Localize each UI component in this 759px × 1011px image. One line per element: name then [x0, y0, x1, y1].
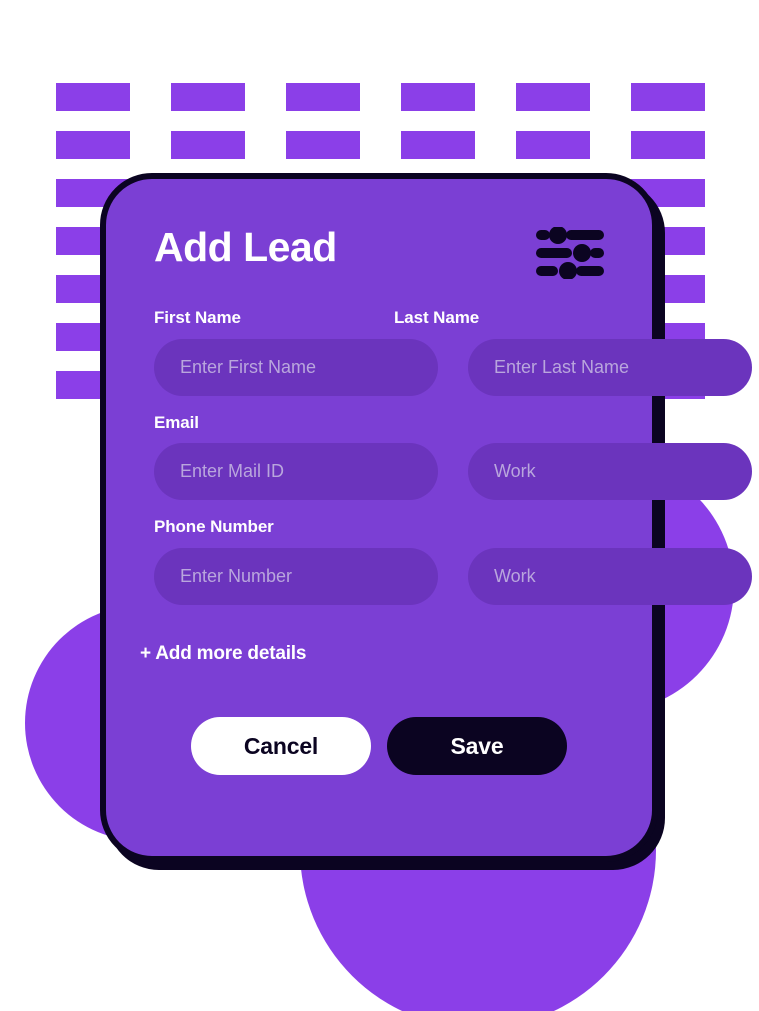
labels-row-name: First Name Last Name [154, 308, 604, 328]
label-phone-secondary [394, 518, 604, 537]
label-email-secondary [394, 414, 604, 433]
inputs-row-name [154, 338, 752, 396]
label-first-name: First Name [154, 308, 241, 327]
save-button[interactable]: Save [387, 717, 567, 776]
pattern-brick [56, 83, 130, 111]
label-last-name: Last Name [394, 308, 480, 327]
field-group-name: First Name Last Name [154, 308, 752, 396]
pattern-brick [56, 131, 130, 159]
pattern-brick [171, 131, 245, 159]
pattern-brick [171, 83, 245, 111]
email-type-input[interactable] [468, 443, 752, 501]
pattern-brick [401, 83, 475, 111]
add-more-details-link[interactable]: + Add more details [140, 643, 306, 665]
label-email: Email [154, 412, 199, 432]
pattern-brick [631, 83, 705, 111]
card-header: Add Lead [154, 223, 604, 285]
card-actions: Cancel Save [154, 717, 604, 776]
inputs-row-email [154, 443, 752, 501]
first-name-input[interactable] [154, 338, 438, 396]
pattern-brick [516, 83, 590, 111]
page-title: Add Lead [154, 224, 337, 270]
field-group-email: Email [154, 412, 752, 501]
phone-number-input[interactable] [154, 548, 438, 606]
pattern-brick [401, 131, 475, 159]
labels-row-email: Email [154, 412, 604, 433]
labels-row-phone: Phone Number [154, 518, 604, 537]
inputs-row-phone [154, 548, 752, 606]
email-input[interactable] [154, 443, 438, 501]
pattern-brick [631, 131, 705, 159]
lead-form: First Name Last Name Email [140, 308, 752, 776]
field-group-phone: Phone Number [154, 518, 752, 606]
phone-type-input[interactable] [468, 548, 752, 606]
screen-root: Add Lead First Name Last Name Enter Firs… [0, 0, 759, 1011]
pattern-brick [516, 131, 590, 159]
last-name-input[interactable] [468, 338, 752, 396]
pattern-brick [286, 83, 360, 111]
cancel-button[interactable]: Cancel [191, 717, 371, 776]
sliders-settings-icon[interactable] [536, 226, 604, 280]
add-lead-card: Add Lead First Name Last Name Enter Firs… [100, 173, 752, 862]
label-phone-number: Phone Number [154, 517, 274, 537]
pattern-brick [286, 131, 360, 159]
